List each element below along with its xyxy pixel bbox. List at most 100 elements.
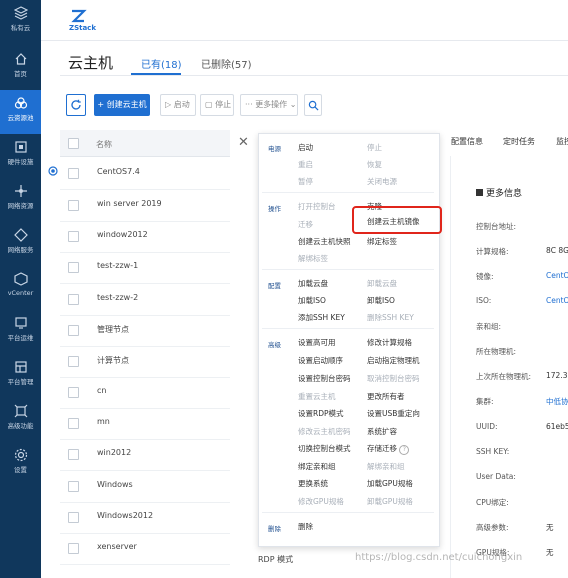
menu-item-switch-console-mode[interactable]: 切换控制台模式: [298, 443, 351, 454]
value-iso[interactable]: CentO: [546, 296, 568, 305]
vm-name[interactable]: 计算节点: [97, 355, 129, 366]
sidebar-item-label: 平台管理: [7, 378, 34, 386]
sidebar-item-hardware[interactable]: 硬件设施: [0, 134, 41, 178]
tab-existing[interactable]: 已有(18): [141, 56, 182, 71]
row-checkbox[interactable]: [68, 168, 79, 179]
create-vm-button[interactable]: + 创建云主机: [94, 94, 150, 116]
menu-item-set-console-password[interactable]: 设置控制台密码: [298, 373, 351, 384]
vm-name[interactable]: test-zzw-1: [97, 261, 138, 270]
table-row[interactable]: win2012: [60, 439, 230, 471]
start-button[interactable]: ▷ 启动: [160, 94, 196, 116]
menu-item-storage-migrate[interactable]: 存储迁移 ?: [367, 443, 410, 455]
menu-item-change-owner[interactable]: 更改所有者: [367, 391, 405, 402]
menu-item-unbind-affinity: 解绑亲和组: [367, 462, 405, 471]
menu-item-unload-iso[interactable]: 卸载ISO: [367, 295, 395, 306]
row-checkbox[interactable]: [68, 512, 79, 523]
table-row[interactable]: xenserver: [60, 533, 230, 565]
row-checkbox[interactable]: [68, 200, 79, 211]
value-cluster[interactable]: 中低协: [546, 396, 568, 407]
table-row[interactable]: test-zzw-2: [60, 284, 230, 316]
sidebar-item-label: 网络资源: [7, 202, 34, 210]
table-row[interactable]: 管理节点: [60, 315, 230, 347]
select-all-checkbox[interactable]: [68, 138, 79, 149]
row-checkbox[interactable]: [68, 294, 79, 305]
tab-scheduled-tasks[interactable]: 定时任务: [503, 136, 535, 147]
menu-item-load-iso[interactable]: 加载ISO: [298, 295, 326, 306]
menu-item-set-ha[interactable]: 设置高可用: [298, 337, 336, 348]
vm-name[interactable]: xenserver: [97, 542, 137, 551]
vm-name[interactable]: Windows: [97, 480, 133, 489]
vm-name[interactable]: CentOS7.4: [97, 167, 140, 176]
table-row[interactable]: CentOS7.4: [48, 158, 230, 190]
table-row[interactable]: win server 2019: [60, 190, 230, 222]
sidebar-item-advanced[interactable]: 高级功能: [0, 398, 41, 442]
table-row[interactable]: Windows: [60, 471, 230, 503]
menu-item-set-usb[interactable]: 设置USB重定向: [367, 408, 420, 419]
hardware-icon: [14, 141, 27, 153]
table-row[interactable]: 计算节点: [60, 346, 230, 378]
menu-item-create-snapshot[interactable]: 创建云主机快照: [298, 236, 351, 247]
menu-item-bind-tag[interactable]: 绑定标签: [367, 236, 397, 247]
table-row[interactable]: mn: [60, 408, 230, 440]
row-checkbox[interactable]: [68, 543, 79, 554]
sidebar-item-cloud-resource[interactable]: 云资源池: [0, 90, 41, 134]
menu-item-set-boot-order[interactable]: 设置启动顺序: [298, 355, 343, 366]
row-checkbox[interactable]: [68, 325, 79, 336]
settings-icon: [14, 448, 27, 462]
label-advanced-params: 高级参数:: [476, 523, 509, 532]
menu-item-system-expand[interactable]: 系统扩容: [367, 426, 397, 437]
menu-item-change-os[interactable]: 更换系统: [298, 478, 328, 489]
row-checkbox[interactable]: [68, 449, 79, 460]
table-row[interactable]: cn: [60, 377, 230, 409]
sidebar-item-settings[interactable]: 设置: [0, 442, 41, 486]
menu-item-delete[interactable]: 删除: [298, 521, 313, 532]
sidebar-item-home[interactable]: 首页: [0, 46, 41, 90]
sidebar-item-management[interactable]: 平台管理: [0, 354, 41, 398]
value-image[interactable]: CentO: [546, 271, 568, 280]
menu-item-add-ssh-key[interactable]: 添加SSH KEY: [298, 312, 345, 323]
menu-item-modify-spec[interactable]: 修改计算规格: [367, 337, 412, 348]
close-icon[interactable]: ✕: [238, 135, 249, 150]
vm-name[interactable]: cn: [97, 386, 106, 395]
menu-item-bind-affinity[interactable]: 绑定亲和组: [298, 461, 336, 472]
search-button[interactable]: [304, 94, 322, 116]
sidebar-item-private-cloud[interactable]: 私有云: [0, 0, 41, 44]
table-row[interactable]: test-zzw-1: [60, 252, 230, 284]
stop-icon: ▢: [205, 100, 213, 109]
menu-item-set-rdp[interactable]: 设置RDP模式: [298, 408, 344, 419]
row-checkbox[interactable]: [68, 356, 79, 367]
table-row[interactable]: window2012: [60, 221, 230, 253]
vm-name[interactable]: window2012: [97, 230, 148, 239]
vm-name[interactable]: test-zzw-2: [97, 293, 138, 302]
vm-name[interactable]: 管理节点: [97, 324, 129, 335]
menu-section-advanced: 高级: [268, 341, 281, 349]
menu-item-load-gpu[interactable]: 加载GPU规格: [367, 478, 413, 489]
vm-name[interactable]: Windows2012: [97, 511, 153, 520]
vm-name[interactable]: win server 2019: [97, 199, 162, 208]
vm-name[interactable]: mn: [97, 417, 110, 426]
row-checkbox[interactable]: [68, 418, 79, 429]
menu-item-load-volume[interactable]: 加载云盘: [298, 278, 328, 289]
row-checkbox[interactable]: [68, 387, 79, 398]
menu-item-start[interactable]: 启动: [298, 142, 313, 153]
menu-item-start-on-host[interactable]: 启动指定物理机: [367, 355, 420, 366]
sidebar-item-label: 设置: [14, 466, 27, 474]
more-info-title: 更多信息: [476, 186, 522, 199]
sidebar-item-vcenter[interactable]: vCenter: [0, 266, 41, 310]
row-checkbox[interactable]: [68, 262, 79, 273]
more-actions-button[interactable]: ··· 更多操作 ⌄: [240, 94, 298, 116]
tab-config-info[interactable]: 配置信息: [451, 136, 483, 147]
menu-item-power-off: 关闭电源: [367, 177, 397, 186]
sidebar-item-network-service[interactable]: 网络服务: [0, 222, 41, 266]
stop-button[interactable]: ▢ 停止: [200, 94, 234, 116]
sidebar-item-network-resource[interactable]: 网络资源: [0, 178, 41, 222]
row-checkbox[interactable]: [68, 481, 79, 492]
row-checkbox[interactable]: [68, 231, 79, 242]
tab-deleted[interactable]: 已删除(57): [201, 56, 252, 71]
table-row[interactable]: Windows2012: [60, 502, 230, 534]
chevron-down-icon: ⌄: [289, 100, 297, 109]
refresh-button[interactable]: [66, 94, 86, 116]
vm-name[interactable]: win2012: [97, 448, 131, 457]
sidebar-item-ops[interactable]: 平台运维: [0, 310, 41, 354]
tab-monitoring[interactable]: 监控: [556, 136, 568, 147]
